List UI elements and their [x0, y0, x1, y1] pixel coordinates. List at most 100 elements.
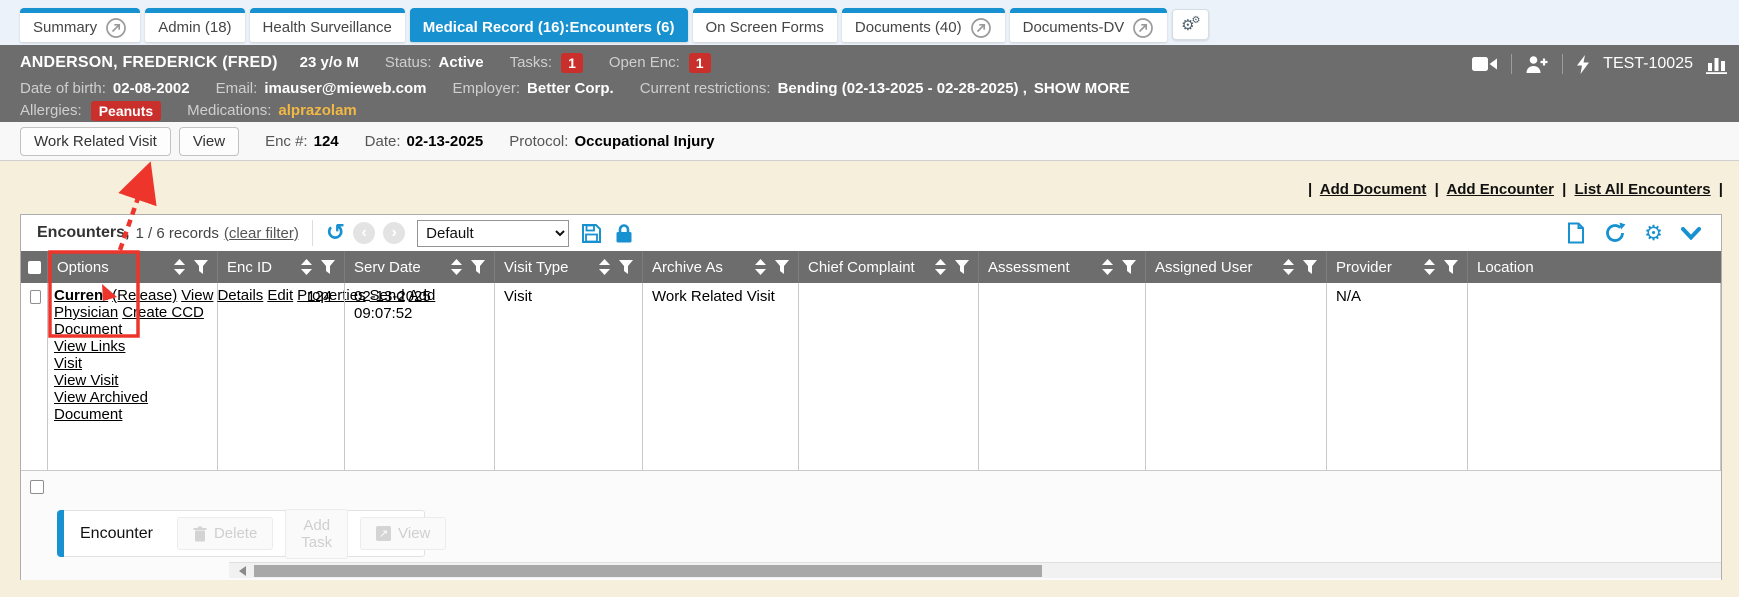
saved-view-select[interactable]: Default	[417, 220, 569, 247]
tasks-label: Tasks:	[510, 54, 553, 71]
tab-admin[interactable]: Admin (18)	[145, 8, 244, 42]
filter-icon[interactable]	[194, 260, 208, 274]
encounter-action-bar: Encounter Delete Add Task ↗ View	[57, 510, 425, 557]
collapse-chevron-icon[interactable]	[1681, 227, 1701, 240]
select-all-checkbox[interactable]	[28, 261, 41, 274]
column-header-archive-as[interactable]: Archive As	[643, 251, 799, 283]
save-view-icon[interactable]	[581, 223, 602, 244]
add-task-button[interactable]: Add Task	[285, 509, 348, 559]
sort-icon[interactable]	[451, 259, 462, 275]
sort-icon[interactable]	[301, 259, 312, 275]
sort-icon[interactable]	[1283, 259, 1294, 275]
option-view-archived-document-link[interactable]: View Archived Document	[54, 390, 211, 424]
refresh-icon[interactable]	[1604, 222, 1626, 244]
medications-value[interactable]: alprazolam	[278, 102, 356, 119]
prev-page-button[interactable]: ‹	[353, 222, 375, 244]
sort-icon[interactable]	[599, 259, 610, 275]
video-camera-icon[interactable]	[1472, 56, 1498, 72]
grid-settings-gear-icon[interactable]: ⚙	[1644, 223, 1663, 244]
filter-icon[interactable]	[1444, 260, 1458, 274]
enc-date-label: Date:	[365, 133, 401, 150]
assigned-user-cell	[1146, 283, 1327, 470]
column-header-visit-type[interactable]: Visit Type	[495, 251, 643, 283]
add-document-link[interactable]: Add Document	[1320, 181, 1427, 198]
tab-bar: Summary Admin (18) Health Surveillance M…	[0, 0, 1739, 45]
sort-icon[interactable]	[1102, 259, 1113, 275]
undo-icon[interactable]: ↺	[326, 222, 345, 245]
chart-icon[interactable]	[1706, 55, 1729, 74]
option-current-link[interactable]: Current	[54, 287, 108, 304]
open-enc-count-badge[interactable]: 1	[689, 53, 711, 73]
column-header-options[interactable]: Options	[48, 251, 218, 283]
delete-button[interactable]: Delete	[177, 517, 273, 550]
protocol-label: Protocol:	[509, 133, 568, 150]
option-visit-link[interactable]: Visit	[54, 356, 211, 373]
filter-icon[interactable]	[775, 260, 789, 274]
empty-row-checkbox[interactable]	[30, 480, 44, 494]
sort-icon[interactable]	[174, 259, 185, 275]
column-label: Serv Date	[354, 259, 421, 276]
option-release-link[interactable]: (Release)	[112, 287, 177, 304]
enc-number-label: Enc #:	[265, 133, 308, 150]
encounters-grid-panel: Encounters, 1 / 6 records (clear filter)…	[20, 214, 1722, 580]
clear-filter-link[interactable]: (clear filter)	[224, 225, 299, 242]
filter-icon[interactable]	[321, 260, 335, 274]
column-header-assessment[interactable]: Assessment	[979, 251, 1146, 283]
status-label: Status:	[385, 54, 432, 71]
tab-settings-button[interactable]: ⚙ ⚙	[1172, 9, 1209, 40]
option-view-link[interactable]: View	[181, 287, 213, 304]
sort-icon[interactable]	[935, 259, 946, 275]
option-view-visit-link[interactable]: View Visit	[54, 373, 211, 390]
next-page-button[interactable]: ›	[383, 222, 405, 244]
gears-icon-small: ⚙	[1192, 15, 1201, 26]
patient-header-actions: TEST-10025	[1472, 54, 1729, 74]
new-document-icon[interactable]	[1566, 222, 1586, 244]
restrictions-value: Bending (02-13-2025 - 02-28-2025) ,	[778, 80, 1027, 97]
grid-header-row: Options Enc ID Serv Date	[21, 251, 1721, 283]
show-more-link[interactable]: SHOW MORE	[1034, 80, 1130, 97]
filter-icon[interactable]	[1303, 260, 1317, 274]
horizontal-scrollbar[interactable]	[229, 562, 1721, 578]
tab-documents[interactable]: Documents (40)	[842, 8, 1005, 42]
column-header-provider[interactable]: Provider	[1327, 251, 1468, 283]
column-header-serv-date[interactable]: Serv Date	[345, 251, 495, 283]
dob-value: 02-08-2002	[113, 80, 190, 97]
scroll-left-arrow[interactable]	[239, 566, 246, 576]
scrollbar-thumb[interactable]	[254, 565, 1042, 577]
filter-icon[interactable]	[619, 260, 633, 274]
filter-icon[interactable]	[471, 260, 485, 274]
list-all-encounters-link[interactable]: List All Encounters	[1574, 181, 1710, 198]
column-header-chief-complaint[interactable]: Chief Complaint	[799, 251, 979, 283]
allergies-label: Allergies:	[20, 102, 82, 119]
view-row-button-label: View	[398, 525, 430, 542]
lock-icon[interactable]	[614, 223, 634, 244]
filter-icon[interactable]	[955, 260, 969, 274]
tab-on-screen-forms[interactable]: On Screen Forms	[693, 8, 837, 42]
popout-icon[interactable]	[970, 17, 992, 39]
tab-medical-record[interactable]: Medical Record (16):Encounters (6)	[410, 8, 688, 42]
sort-icon[interactable]	[1424, 259, 1435, 275]
column-header-location[interactable]: Location	[1468, 251, 1721, 283]
status-value: Active	[439, 54, 484, 71]
tab-health-surveillance[interactable]: Health Surveillance	[250, 8, 405, 42]
lightning-icon[interactable]	[1576, 55, 1590, 74]
column-label: Options	[57, 259, 109, 276]
add-encounter-link[interactable]: Add Encounter	[1446, 181, 1554, 198]
sort-icon[interactable]	[755, 259, 766, 275]
popout-icon[interactable]	[105, 17, 127, 39]
person-add-icon[interactable]	[1525, 55, 1549, 74]
tasks-count-badge[interactable]: 1	[561, 53, 583, 73]
popout-icon[interactable]	[1132, 17, 1154, 39]
open-enc-label: Open Enc:	[609, 54, 680, 71]
column-header-assigned-user[interactable]: Assigned User	[1146, 251, 1327, 283]
work-related-visit-button[interactable]: Work Related Visit	[20, 127, 171, 156]
tab-summary[interactable]: Summary	[20, 8, 140, 42]
allergy-badge[interactable]: Peanuts	[91, 101, 161, 121]
row-checkbox[interactable]	[30, 290, 41, 304]
tab-documents-dv[interactable]: Documents-DV	[1010, 8, 1168, 42]
option-view-links-link[interactable]: View Links	[54, 339, 211, 356]
view-row-button[interactable]: ↗ View	[360, 517, 446, 550]
column-header-enc-id[interactable]: Enc ID	[218, 251, 345, 283]
view-encounter-button[interactable]: View	[179, 127, 239, 156]
filter-icon[interactable]	[1122, 260, 1136, 274]
